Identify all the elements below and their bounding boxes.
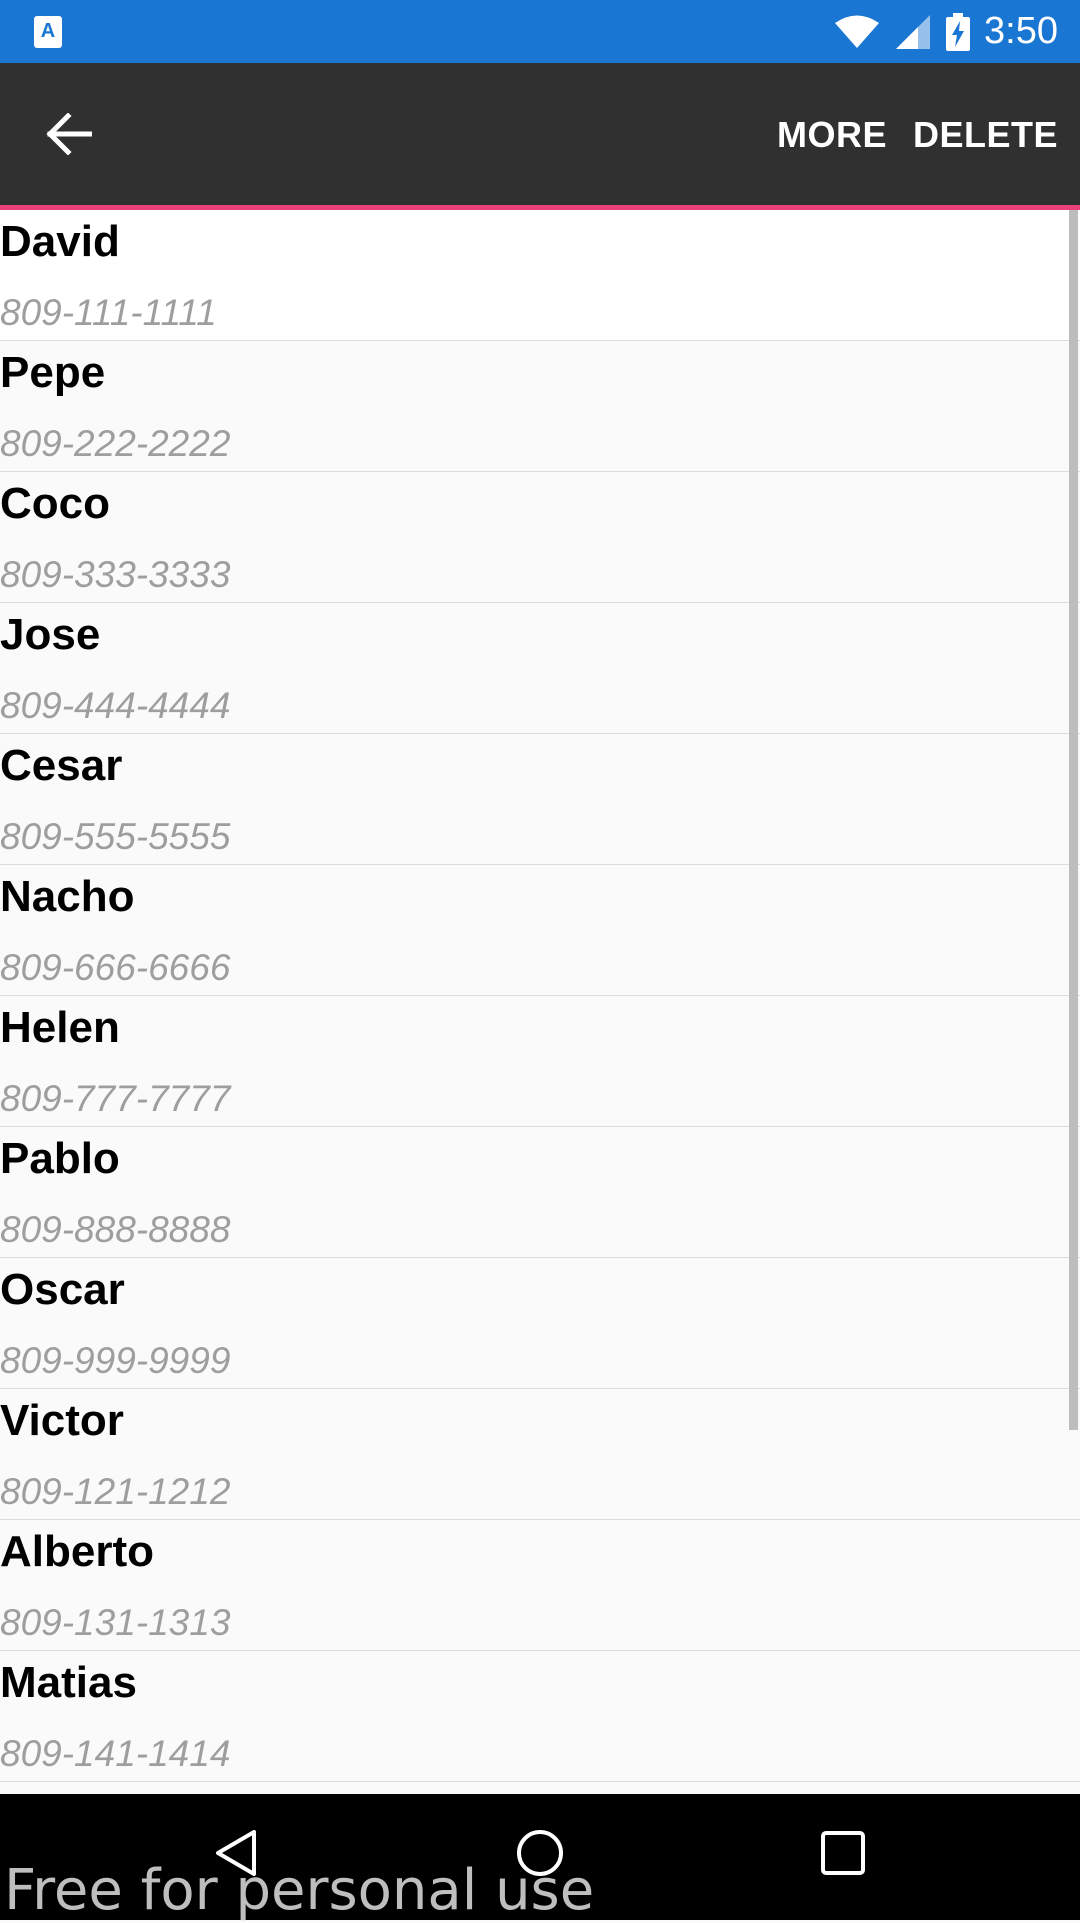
- contact-name: Coco: [0, 479, 110, 528]
- more-button[interactable]: MORE: [777, 108, 887, 162]
- contact-phone: 809-999-9999: [0, 1340, 231, 1381]
- contact-row-alberto[interactable]: Alberto 809-131-1313: [0, 1520, 1080, 1651]
- status-bar: A 3:50: [0, 0, 1080, 63]
- battery-charging-icon: [946, 12, 971, 51]
- contact-name: Alberto: [0, 1527, 154, 1576]
- contact-row-helen[interactable]: Helen 809-777-7777: [0, 996, 1080, 1127]
- contact-name: Helen: [0, 1003, 120, 1052]
- contact-row-david[interactable]: David 809-111-1111: [0, 210, 1080, 341]
- contact-name: Pepe: [0, 348, 106, 397]
- signal-icon: [896, 14, 931, 49]
- contact-row-pablo[interactable]: Pablo 809-888-8888: [0, 1127, 1080, 1258]
- contact-row-jose[interactable]: Jose 809-444-4444: [0, 603, 1080, 734]
- contact-row-matias[interactable]: Matias 809-141-1414: [0, 1651, 1080, 1782]
- nav-recent-icon: [821, 1831, 865, 1875]
- contact-phone: 809-444-4444: [0, 685, 231, 726]
- contact-phone: 809-777-7777: [0, 1078, 231, 1119]
- contact-row-oscar[interactable]: Oscar 809-999-9999: [0, 1258, 1080, 1389]
- contact-name: Oscar: [0, 1265, 125, 1314]
- contact-phone: 809-555-5555: [0, 816, 231, 857]
- contact-phone: 809-333-3333: [0, 554, 231, 595]
- contact-row-cesar[interactable]: Cesar 809-555-5555: [0, 734, 1080, 865]
- contact-name: Victor: [0, 1396, 124, 1445]
- list-scrollbar[interactable]: [1069, 210, 1078, 1430]
- contact-phone: 809-121-1212: [0, 1471, 231, 1512]
- contact-name: Jose: [0, 610, 101, 659]
- contact-name: Cesar: [0, 741, 123, 790]
- nav-recent-button[interactable]: [803, 1818, 883, 1888]
- contact-name: David: [0, 217, 120, 266]
- contact-phone: 809-131-1313: [0, 1602, 231, 1643]
- contact-name: Matias: [0, 1658, 137, 1707]
- contact-row-coco[interactable]: Coco 809-333-3333: [0, 472, 1080, 603]
- wifi-icon: [835, 15, 880, 48]
- contact-row-victor[interactable]: Victor 809-121-1212: [0, 1389, 1080, 1520]
- contact-name: Nacho: [0, 872, 135, 921]
- contact-phone: 809-111-1111: [0, 292, 217, 333]
- app-notification-icon: A: [34, 16, 62, 48]
- arrow-left-icon: [46, 113, 92, 155]
- contact-row-nacho[interactable]: Nacho 809-666-6666: [0, 865, 1080, 996]
- contact-list[interactable]: David 809-111-1111 Pepe 809-222-2222 Coc…: [0, 210, 1080, 1794]
- watermark-text: Free for personal use: [4, 1858, 595, 1923]
- status-icons: 3:50: [834, 0, 1058, 63]
- status-time: 3:50: [984, 10, 1058, 52]
- delete-button[interactable]: DELETE: [913, 108, 1058, 162]
- contact-phone: 809-666-6666: [0, 947, 231, 988]
- contact-phone: 809-141-1414: [0, 1733, 231, 1774]
- contact-phone: 809-222-2222: [0, 423, 231, 464]
- contact-row-pepe[interactable]: Pepe 809-222-2222: [0, 341, 1080, 472]
- contact-name: Pablo: [0, 1134, 120, 1183]
- contact-phone: 809-888-8888: [0, 1209, 231, 1250]
- back-button[interactable]: [42, 107, 96, 161]
